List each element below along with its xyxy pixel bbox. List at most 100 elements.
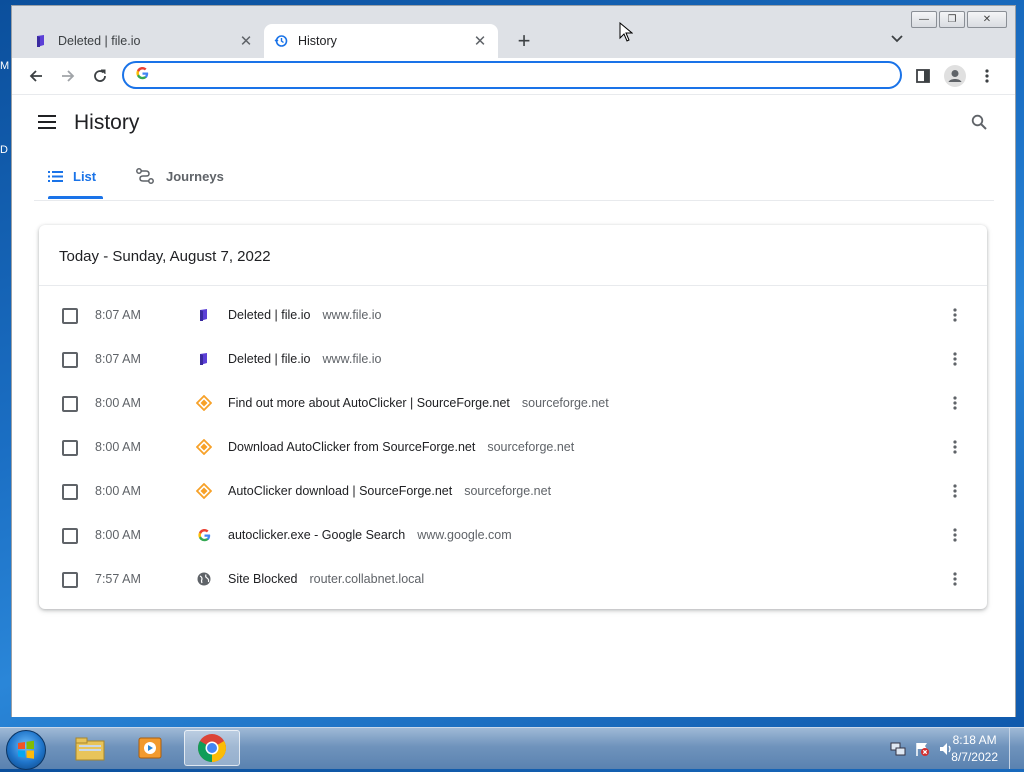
sourceforge-favicon (196, 483, 212, 499)
clock-date: 8/7/2022 (951, 750, 998, 764)
history-row[interactable]: 8:00 AM AutoClicker download | SourceFor… (39, 469, 987, 513)
page-title-link[interactable]: Find out more about AutoClicker | Source… (228, 396, 510, 410)
history-row[interactable]: 8:07 AM Deleted | file.io www.file.io (39, 337, 987, 381)
history-row[interactable]: 8:00 AM autoclicker.exe - Google Search w… (39, 513, 987, 557)
more-actions-icon[interactable] (947, 570, 963, 588)
new-tab-icon[interactable]: + (512, 30, 536, 52)
tab-journeys[interactable]: Journeys (136, 153, 224, 199)
row-checkbox[interactable] (62, 352, 78, 368)
row-checkbox[interactable] (62, 484, 78, 500)
start-button[interactable] (6, 730, 46, 770)
tab-journeys-label: Journeys (166, 168, 224, 184)
page-title-link[interactable]: autoclicker.exe - Google Search (228, 528, 405, 542)
history-row[interactable]: 8:00 AM Download AutoClicker from Source… (39, 425, 987, 469)
tab-list[interactable]: List (48, 153, 103, 199)
history-header: History (12, 95, 1015, 153)
tab-list-label: List (73, 168, 97, 184)
sourceforge-favicon (196, 395, 212, 411)
action-center-flag-icon[interactable] (914, 741, 930, 760)
forward-icon[interactable] (56, 64, 80, 88)
row-checkbox[interactable] (62, 440, 78, 456)
page-title: History (74, 111, 140, 134)
visit-time: 8:00 AM (95, 484, 141, 498)
fileio-favicon (196, 351, 212, 367)
fileio-favicon (196, 307, 212, 323)
row-checkbox[interactable] (62, 308, 78, 324)
more-actions-icon[interactable] (947, 306, 963, 324)
page-title-link[interactable]: Site Blocked (228, 572, 297, 586)
taskbar: 8:18 AM 8/7/2022 (0, 727, 1024, 770)
globe-icon (196, 571, 212, 587)
google-g-icon (136, 67, 149, 83)
page-domain: www.file.io (322, 308, 382, 322)
chrome-taskbar-icon[interactable] (184, 730, 240, 766)
page-domain: www.file.io (322, 352, 382, 366)
visit-time: 7:57 AM (95, 572, 141, 586)
tab-label: History (298, 34, 337, 48)
page-title-link[interactable]: AutoClicker download | SourceForge.net (228, 484, 452, 498)
chevron-down-icon[interactable] (891, 32, 903, 46)
list-icon (48, 170, 63, 182)
profile-avatar-icon[interactable] (943, 64, 967, 88)
journeys-icon (136, 168, 154, 184)
visit-time: 8:07 AM (95, 308, 141, 322)
browser-window: — ❐ ✕ Deleted | file.io ✕ History ✕ + Hi… (11, 5, 1016, 717)
media-player-icon[interactable] (122, 730, 178, 766)
system-tray (890, 741, 954, 760)
history-row[interactable]: 8:07 AM Deleted | file.io www.file.io (39, 293, 987, 337)
history-icon (274, 34, 288, 48)
row-checkbox[interactable] (62, 528, 78, 544)
card-divider (39, 285, 987, 286)
taskbar-clock[interactable]: 8:18 AM 8/7/2022 (951, 732, 998, 766)
mouse-cursor-icon (619, 21, 634, 45)
history-page: History List Journeys Today - Sunday, Au… (12, 94, 1015, 717)
tab-history[interactable]: History ✕ (264, 24, 498, 58)
reload-icon[interactable] (88, 64, 112, 88)
row-checkbox[interactable] (62, 396, 78, 412)
history-list: 8:07 AM Deleted | file.io www.file.io 8:0… (39, 293, 987, 601)
browser-toolbar (12, 58, 1015, 94)
more-actions-icon[interactable] (947, 526, 963, 544)
active-tab-underline (48, 196, 103, 199)
file-explorer-icon[interactable] (62, 730, 118, 766)
visit-time: 8:07 AM (95, 352, 141, 366)
tab-strip: Deleted | file.io ✕ History ✕ + (12, 24, 1015, 58)
more-actions-icon[interactable] (947, 438, 963, 456)
row-checkbox[interactable] (62, 572, 78, 588)
menu-hamburger-icon[interactable] (38, 115, 56, 132)
sourceforge-favicon (196, 439, 212, 455)
history-row[interactable]: 8:00 AM Find out more about AutoClicker … (39, 381, 987, 425)
page-domain: sourceforge.net (487, 440, 575, 454)
clock-time: 8:18 AM (952, 733, 997, 747)
more-actions-icon[interactable] (947, 350, 963, 368)
page-title-link[interactable]: Deleted | file.io (228, 352, 310, 366)
nav-divider (34, 200, 994, 201)
network-icon[interactable] (890, 741, 906, 760)
tab-fileio[interactable]: Deleted | file.io ✕ (24, 24, 264, 58)
page-domain: sourceforge.net (521, 396, 609, 410)
tab-close-icon[interactable]: ✕ (238, 32, 254, 50)
history-card: Today - Sunday, August 7, 2022 8:07 AM D… (39, 225, 987, 609)
history-row[interactable]: 7:57 AM Site Blocked router.collabnet.loc… (39, 557, 987, 601)
page-title-link[interactable]: Download AutoClicker from SourceForge.ne… (228, 440, 475, 454)
fileio-favicon (34, 34, 48, 48)
visit-time: 8:00 AM (95, 396, 141, 410)
visit-time: 8:00 AM (95, 440, 141, 454)
page-domain: sourceforge.net (464, 484, 552, 498)
visit-time: 8:00 AM (95, 528, 141, 542)
page-domain: www.google.com (417, 528, 512, 542)
address-input[interactable] (157, 66, 900, 84)
show-desktop-button[interactable] (1009, 728, 1024, 769)
page-domain: router.collabnet.local (309, 572, 425, 586)
side-panel-icon[interactable] (911, 64, 935, 88)
google-favicon (196, 527, 212, 543)
address-bar[interactable] (122, 61, 902, 89)
page-title-link[interactable]: Deleted | file.io (228, 308, 310, 322)
back-icon[interactable] (24, 64, 48, 88)
browser-menu-icon[interactable] (975, 64, 999, 88)
date-heading: Today - Sunday, August 7, 2022 (59, 248, 271, 265)
search-icon[interactable] (971, 114, 987, 133)
more-actions-icon[interactable] (947, 482, 963, 500)
tab-close-icon[interactable]: ✕ (472, 32, 488, 50)
more-actions-icon[interactable] (947, 394, 963, 412)
